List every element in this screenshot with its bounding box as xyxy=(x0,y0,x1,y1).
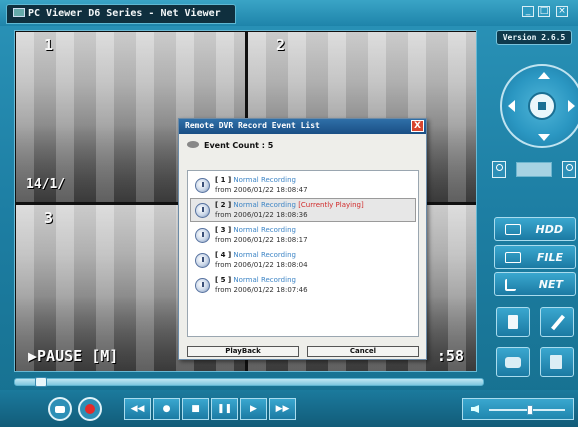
arrow-up-icon[interactable] xyxy=(538,72,550,79)
event-title: [ 1 ] Normal Recording xyxy=(215,176,296,184)
event-list[interactable]: [ 1 ] Normal Recording from 2006/01/22 1… xyxy=(187,170,419,337)
event-type: Normal Recording xyxy=(233,176,296,184)
file-button[interactable]: FILE xyxy=(494,245,576,269)
event-playing-status: [Currently Playing] xyxy=(298,201,364,209)
stop-button[interactable]: ■ xyxy=(182,398,209,420)
clock-icon xyxy=(195,253,210,268)
snapshot-button[interactable] xyxy=(48,397,72,421)
camera-number: 1 xyxy=(44,36,54,54)
net-button[interactable]: NET xyxy=(494,272,576,296)
volume-panel xyxy=(462,398,574,420)
minimize-icon: _ xyxy=(525,6,531,16)
event-list-item[interactable]: [ 5 ] Normal Recording from 2006/01/22 1… xyxy=(190,273,416,297)
event-list-item[interactable]: [ 1 ] Normal Recording from 2006/01/22 1… xyxy=(190,173,416,197)
zoom-controls xyxy=(492,161,576,179)
close-icon: × xyxy=(558,6,566,16)
network-icon xyxy=(505,279,516,291)
export-button[interactable] xyxy=(540,347,574,377)
pause-button[interactable]: ❚❚ xyxy=(211,398,238,420)
camera-overlay-text: :58 xyxy=(436,347,464,365)
volume-thumb[interactable] xyxy=(527,405,533,415)
camera-number: 2 xyxy=(276,36,286,54)
event-title: [ 4 ] Normal Recording xyxy=(215,251,296,259)
event-type: Normal Recording xyxy=(233,251,296,259)
record-button[interactable] xyxy=(78,397,102,421)
camera-number: 3 xyxy=(44,209,54,227)
arrow-right-icon[interactable] xyxy=(568,100,575,112)
folder-icon xyxy=(505,252,521,263)
skip-back-button[interactable]: ◀◀ xyxy=(124,398,151,420)
window-title: PC Viewer D6 Series - Net Viewer xyxy=(28,8,221,19)
app-icon xyxy=(13,8,25,17)
event-type: Normal Recording xyxy=(233,201,296,209)
event-title: [ 5 ] Normal Recording xyxy=(215,276,296,284)
event-time: from 2006/01/22 18:08:04 xyxy=(215,261,308,269)
event-count: Event Count : 5 xyxy=(187,141,273,153)
event-time: from 2006/01/22 18:07:46 xyxy=(215,286,308,294)
net-label: NET xyxy=(538,278,563,291)
skip-forward-button[interactable]: ▶▶ xyxy=(269,398,296,420)
event-time: from 2006/01/22 18:08:17 xyxy=(215,236,308,244)
event-count-label: Event Count : 5 xyxy=(204,141,274,150)
playback-button[interactable]: PlayBack xyxy=(187,346,299,357)
close-button[interactable]: × xyxy=(556,6,568,17)
event-type: Normal Recording xyxy=(233,226,296,234)
play-button[interactable]: ▶ xyxy=(240,398,267,420)
maximize-icon: □ xyxy=(539,6,549,16)
disk-icon xyxy=(187,141,199,148)
event-time: from 2006/01/22 18:08:47 xyxy=(215,186,308,194)
ptz-center-button[interactable] xyxy=(528,92,556,120)
event-list-item[interactable]: [ 4 ] Normal Recording from 2006/01/22 1… xyxy=(190,248,416,272)
window-title-tab: PC Viewer D6 Series - Net Viewer xyxy=(6,4,236,24)
camera-overlay-text: 14/1/ xyxy=(26,177,66,192)
step-button[interactable]: ● xyxy=(153,398,180,420)
zoom-out-button[interactable] xyxy=(492,161,506,178)
zoom-in-button[interactable] xyxy=(562,161,576,178)
seek-thumb[interactable] xyxy=(35,377,47,387)
clock-icon xyxy=(195,278,210,293)
title-bar: PC Viewer D6 Series - Net Viewer _ □ × xyxy=(0,0,578,26)
event-time: from 2006/01/22 18:08:36 xyxy=(215,211,308,219)
version-label: Version 2.6.5 xyxy=(496,30,572,45)
minimize-button[interactable]: _ xyxy=(522,6,534,17)
dialog-title-bar[interactable]: Remote DVR Record Event List X xyxy=(179,119,426,134)
event-title: [ 2 ] Normal Recording [Currently Playin… xyxy=(215,201,364,209)
arrow-left-icon[interactable] xyxy=(508,100,515,112)
dialog-close-button[interactable]: X xyxy=(411,120,424,132)
settings-wrench-button[interactable] xyxy=(540,307,574,337)
event-title: [ 3 ] Normal Recording xyxy=(215,226,296,234)
net-viewer-window: PC Viewer D6 Series - Net Viewer _ □ × 1… xyxy=(0,0,578,427)
event-list-item-selected[interactable]: [ 2 ] Normal Recording [Currently Playin… xyxy=(190,198,416,222)
seek-bar[interactable] xyxy=(14,377,484,387)
hdd-label: HDD xyxy=(535,223,563,236)
event-index: [ 5 ] xyxy=(215,276,232,284)
event-index: [ 1 ] xyxy=(215,176,232,184)
cancel-button[interactable]: Cancel xyxy=(307,346,419,357)
dialog-title: Remote DVR Record Event List xyxy=(185,121,320,130)
hdd-button[interactable]: HDD xyxy=(494,217,576,241)
record-event-list-dialog: Remote DVR Record Event List X Event Cou… xyxy=(178,118,427,360)
event-list-item[interactable]: [ 3 ] Normal Recording from 2006/01/22 1… xyxy=(190,223,416,247)
event-index: [ 4 ] xyxy=(215,251,232,259)
maximize-button[interactable]: □ xyxy=(538,6,550,17)
event-index: [ 2 ] xyxy=(215,201,232,209)
arrow-down-icon[interactable] xyxy=(538,134,550,141)
document-button[interactable] xyxy=(496,307,530,337)
clock-icon xyxy=(195,178,210,193)
speaker-icon xyxy=(471,405,479,413)
backup-disk-button[interactable] xyxy=(496,347,530,377)
ptz-control xyxy=(488,62,578,152)
event-index: [ 3 ] xyxy=(215,226,232,234)
zoom-value-field[interactable] xyxy=(516,162,552,177)
hdd-icon xyxy=(505,224,521,235)
file-label: FILE xyxy=(536,251,563,264)
event-type: Normal Recording xyxy=(233,276,296,284)
clock-icon xyxy=(195,228,210,243)
pause-status-overlay: ▶PAUSE [M] xyxy=(28,347,119,365)
clock-icon xyxy=(195,203,210,218)
playback-controls: ◀◀ ● ■ ❚❚ ▶ ▶▶ xyxy=(124,398,339,420)
